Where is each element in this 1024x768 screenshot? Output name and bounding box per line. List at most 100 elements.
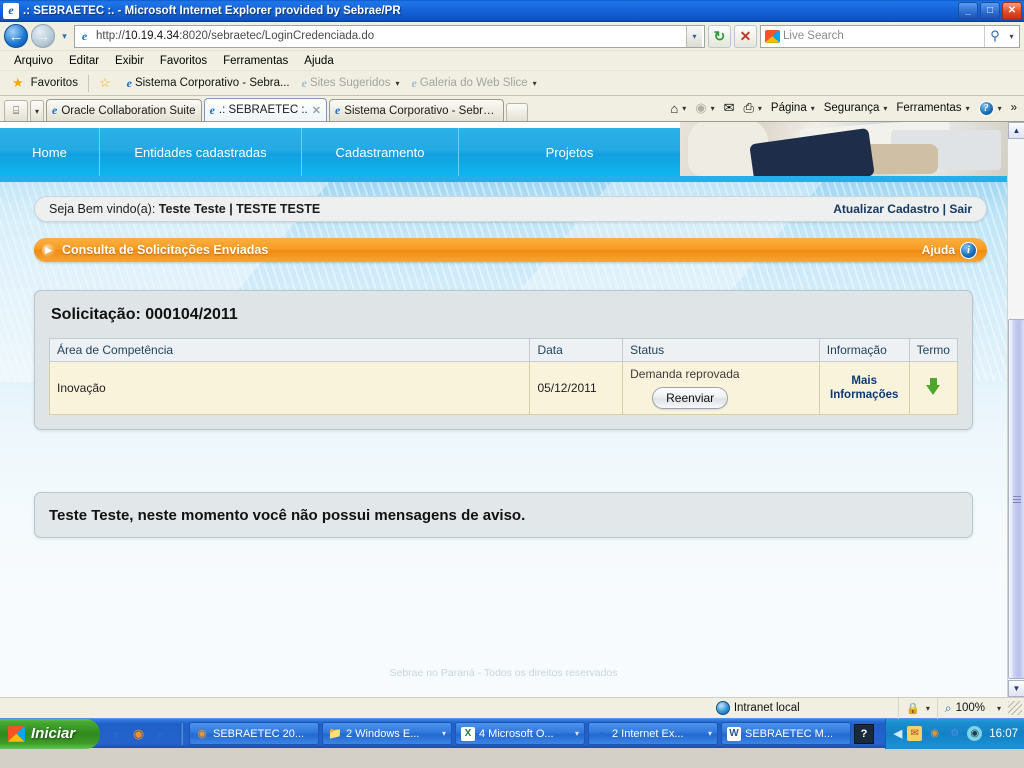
nav-item-home[interactable]: Home [0,128,100,176]
taskbar-item-windows-explorer[interactable]: 📁 2 Windows E... ▾ [322,722,452,745]
url-input[interactable]: e http://10.19.4.34:8020/sebraetec/Login… [74,24,705,48]
forward-button[interactable]: → [31,24,55,48]
chevron-down-icon[interactable]: ▾ [883,104,887,113]
menu-item-arquivo[interactable]: Arquivo [6,53,61,69]
quick-tabs-icon[interactable]: ⌸ [4,100,28,121]
mail-button[interactable]: ✉ [720,97,739,119]
nav-item-cadastramento[interactable]: Cadastramento [302,128,459,176]
history-dropdown-icon[interactable]: ▾ [58,31,71,42]
minimize-button[interactable]: _ [958,1,978,20]
tab-sistema-corporativo[interactable]: e Sistema Corporativo - Sebra... [328,99,504,121]
menu-item-ajuda[interactable]: Ajuda [296,53,341,69]
taskbar-item-sebraetec-doc[interactable]: W SEBRAETEC M... [721,722,851,745]
protected-mode[interactable]: 🔒 ▾ [899,697,938,719]
mail-icon[interactable]: ✉ [907,726,923,741]
chevron-down-icon[interactable]: ▾ [708,729,712,738]
menu-item-favoritos[interactable]: Favoritos [152,53,215,69]
eye-icon[interactable]: ◉ [967,726,983,741]
favorite-item-sistema-corporativo[interactable]: e Sistema Corporativo - Sebra... [121,76,296,91]
favorite-item-sites-sugeridos[interactable]: e Sites Sugeridos ▾ [296,76,406,91]
taskbar-item-internet-explorer[interactable]: e 2 Internet Ex... ▾ [588,722,718,745]
overflow-icon: » [1010,102,1017,114]
chevron-down-icon[interactable]: ▾ [533,79,537,88]
tab-bar: ⌸ ▾ e Oracle Collaboration Suite e .: SE… [0,96,1024,122]
feeds-button[interactable]: ◉ ▾ [691,97,718,119]
download-arrow-icon[interactable] [925,378,941,395]
help-button[interactable]: ? ▾ [975,97,1006,119]
search-icon[interactable]: ⚲ [984,25,1005,47]
url-dropdown-icon[interactable]: ▾ [686,25,702,47]
add-favorite-button[interactable]: ☆ [93,75,121,91]
favorite-label: Galeria do Web Slice [419,77,528,89]
firefox-icon[interactable]: ◉ [927,726,942,741]
taskbar-item-microsoft-office[interactable]: X 4 Microsoft O... ▾ [455,722,585,745]
ie-alt-icon[interactable]: e [152,725,169,742]
site-header: Home Entidades cadastradas Cadastramento… [0,122,1007,182]
menu-item-ferramentas[interactable]: Ferramentas [215,53,296,69]
favorites-bar: ★ Favoritos ☆ e Sistema Corporativo - Se… [0,71,1024,96]
taskbar-clock[interactable]: 16:07 [987,728,1018,740]
ie-icon[interactable]: e [108,725,125,742]
refresh-button[interactable]: ↻ [708,24,731,48]
new-tab-button[interactable] [505,103,528,121]
chevron-down-icon[interactable]: ▾ [998,104,1002,113]
chevron-down-icon[interactable]: ▾ [811,104,815,113]
mais-informacoes-link[interactable]: Mais Informações [827,374,902,403]
account-actions[interactable]: Atualizar Cadastro | Sair [833,202,972,216]
tab-oracle-collaboration-suite[interactable]: e Oracle Collaboration Suite [46,99,202,121]
start-button[interactable]: Iniciar [0,718,100,749]
printer-icon: ⎙ [743,100,754,115]
close-icon[interactable]: ✕ [312,104,321,117]
chevron-down-icon[interactable]: ▾ [926,704,930,713]
help-link[interactable]: Ajuda i [921,241,977,259]
back-button[interactable]: ← [4,24,28,48]
chevron-down-icon[interactable]: ▾ [997,704,1001,713]
command-ferramentas[interactable]: Ferramentas ▾ [892,97,973,119]
zoom-control[interactable]: ⌕ 100% ▾ [938,698,1008,719]
favorite-item-galeria-web-slice[interactable]: e Galeria do Web Slice ▾ [406,76,543,91]
menu-bar: Arquivo Editar Exibir Favoritos Ferramen… [0,51,1024,71]
tab-list-caret-icon[interactable]: ▾ [30,100,44,121]
command-pagina[interactable]: Página ▾ [767,97,819,119]
scrollbar-track[interactable] [1008,139,1024,680]
chevron-down-icon[interactable]: ▾ [711,104,715,113]
home-button[interactable]: ⌂ ▾ [666,97,690,119]
chevron-left-icon[interactable]: ◀ [894,727,902,740]
scroll-up-button[interactable]: ▲ [1008,122,1024,139]
reenviar-button[interactable]: Reenviar [652,387,729,409]
search-input[interactable] [783,30,984,42]
close-button[interactable]: ✕ [1002,1,1022,20]
search-box[interactable]: ⚲ ▾ [760,24,1020,48]
stop-button[interactable]: ✕ [734,24,757,48]
maximize-button[interactable]: □ [980,1,1000,20]
command-seguranca[interactable]: Segurança ▾ [820,97,892,119]
resize-grip-icon[interactable] [1008,701,1022,715]
zoom-icon: ⌕ [944,700,952,715]
chevron-down-icon[interactable]: ▾ [682,104,686,113]
nav-item-entidades-cadastradas[interactable]: Entidades cadastradas [100,128,302,176]
print-button[interactable]: ⎙ ▾ [739,97,765,119]
favorites-button[interactable]: ★ Favoritos [6,75,84,91]
chevron-down-icon[interactable]: ▾ [966,104,970,113]
firefox-icon[interactable]: ◉ [130,725,147,742]
search-provider-caret-icon[interactable]: ▾ [1005,26,1018,47]
column-header-status: Status [622,338,820,362]
chevron-down-icon[interactable]: ▾ [442,729,446,738]
overflow-button[interactable]: » [1007,97,1021,119]
nav-item-projetos[interactable]: Projetos [459,128,680,176]
taskbar-item-sebraetec-2011[interactable]: ◉ SEBRAETEC 20... [189,722,319,745]
menu-item-editar[interactable]: Editar [61,53,107,69]
chevron-down-icon[interactable]: ▾ [758,104,762,113]
windows-logo-icon [765,29,780,43]
chevron-down-icon[interactable]: ▾ [395,79,399,88]
help-label: Ajuda [921,243,955,257]
chevron-down-icon[interactable]: ▾ [575,729,579,738]
menu-item-exibir[interactable]: Exibir [107,53,152,69]
page-scrollbar[interactable]: ▲ ▼ [1007,122,1024,697]
scroll-down-button[interactable]: ▼ [1008,680,1024,697]
network-icon[interactable]: ⚙ [947,726,962,741]
notification-icon[interactable]: ? [854,723,874,744]
tab-sebraetec[interactable]: e .: SEBRAETEC :. ✕ [203,98,327,121]
security-zone[interactable]: Intranet local [709,697,899,719]
scrollbar-thumb[interactable] [1008,319,1024,679]
